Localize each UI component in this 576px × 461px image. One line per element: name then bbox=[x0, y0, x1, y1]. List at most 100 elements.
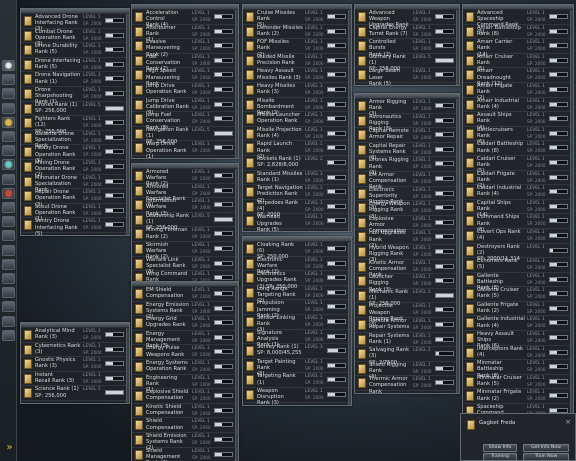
skill-row[interactable]: Armored Warfare Specialist Rank (5) LEVEL… bbox=[132, 184, 238, 208]
window-scrollbar[interactable] bbox=[570, 10, 573, 421]
skill-row[interactable]: Engineering Rank (1) LEVEL 1 SP: 2000 bbox=[132, 375, 238, 393]
skill-row[interactable]: Gallente Cruiser Rank (5) LEVEL 1 SP: 2000 bbox=[463, 287, 573, 302]
skill-window[interactable]: Acceleration Control Rank (4) LEVEL 1 SP: … bbox=[131, 4, 239, 159]
skill-row[interactable]: Energy Weapon Rigging Rank (3) LEVEL 1 SP:… bbox=[355, 201, 459, 220]
skill-row[interactable]: Gallente Drone Specialization Rank LEVEL … bbox=[21, 131, 129, 149]
skill-row[interactable]: Armored Warfare Rank (2) LEVEL 1 SP: 2000 bbox=[132, 169, 238, 187]
skill-row[interactable]: Command Ships Rank (8) LEVEL 1 SP: 2000 bbox=[463, 214, 573, 233]
skill-row[interactable]: Energy Systems Operation Rank LEVEL 1 SP: … bbox=[132, 360, 238, 375]
skill-row[interactable]: Assault Ships Rank (4) LEVEL 1 SP: 2000 bbox=[463, 112, 573, 131]
skill-row[interactable]: Mechanic Rank (1) SP: 256,000 LEVEL 5 bbox=[355, 289, 459, 307]
skill-row[interactable]: Drones Rigging Rank (3) LEVEL 1 SP: 2000 bbox=[355, 157, 459, 176]
show-info-button[interactable]: Show Info bbox=[483, 444, 517, 452]
skill-row[interactable]: Evasive Maneuvering Rank (2) LEVEL 1 SP: 2… bbox=[132, 39, 238, 58]
skill-row[interactable]: Caldari Cruiser Rank (5) LEVEL 1 SP: 2000 bbox=[463, 156, 573, 174]
skill-row[interactable]: Shield Compensation LEVEL 1 SP: 2000 bbox=[132, 418, 238, 433]
window-scrollbar[interactable] bbox=[348, 10, 351, 231]
skill-row[interactable]: Advanced Weapon Upgrades Rank LEVEL 1 SP: … bbox=[355, 10, 459, 28]
skill-row[interactable]: Remote Armor Repair Systems LEVEL 1 SP: 20… bbox=[355, 318, 459, 333]
skill-row[interactable]: Caldari Industrial Rank (4) LEVEL 1 SP: 20… bbox=[463, 185, 573, 200]
get-info-button[interactable]: Get Info Now bbox=[523, 444, 569, 452]
skill-row[interactable]: Explosive Shield Compensation LEVEL 1 SP: … bbox=[132, 389, 238, 404]
skill-window[interactable]: Armored Warfare Rank (2) LEVEL 1 SP: 2000 A… bbox=[131, 163, 239, 289]
skill-row[interactable]: Target Navigation Prediction Rank (2) LEV… bbox=[243, 185, 351, 204]
skill-row[interactable]: Exhumers Rank (5) LEVEL 1 SP: 2000 bbox=[463, 258, 573, 273]
skill-row[interactable]: Large Beam Laser Rank (5) LEVEL 1 SP: 2000 bbox=[355, 68, 459, 85]
skill-row[interactable]: Capital Ships Rank (14) LEVEL 1 SP: 2000 bbox=[463, 200, 573, 218]
skill-row[interactable]: Warfare Link Specialist Rank (3) LEVEL 1S… bbox=[132, 257, 238, 275]
skill-row[interactable]: Minmatar Battleship Rank (8) LEVEL 1 SP: 2… bbox=[463, 360, 573, 379]
skill-row[interactable]: Amarr Dreadnought Rank (12) LEVEL 1 SP: 20… bbox=[463, 68, 573, 87]
skill-row[interactable]: Minmatar Cruiser Rank (5) LEVEL 1 SP: 2000 bbox=[463, 375, 573, 390]
window-scrollbar[interactable] bbox=[126, 14, 129, 235]
skill-row[interactable]: Amarr Industrial Rank (4) LEVEL 1 SP: 2000 bbox=[463, 98, 573, 113]
skill-row[interactable]: Drone Durability Rank (5) LEVEL 1 SP: 2000 bbox=[21, 43, 129, 58]
skill-row[interactable]: Thermic Armor Compensation Rank LEVEL 1 SP… bbox=[355, 376, 459, 393]
skill-row[interactable]: Gallente Industrial Rank (4) LEVEL 1 SP: 2… bbox=[463, 316, 573, 332]
skill-row[interactable]: Capital Repair Systems Rank (8) LEVEL 1 SP… bbox=[355, 143, 459, 161]
help-icon[interactable] bbox=[2, 258, 15, 270]
skill-row[interactable]: Advanced Drone Interfacing Rank (3) LEVEL… bbox=[21, 14, 129, 32]
science-icon[interactable] bbox=[2, 216, 15, 228]
skill-row[interactable]: Gunnery Rank (1) SP: 256,000 LEVEL 5 bbox=[355, 54, 459, 72]
window-scrollbar[interactable] bbox=[456, 99, 459, 393]
skill-row[interactable]: Information Warfare Rank (3) LEVEL 1 SP: 2… bbox=[132, 198, 238, 217]
window-scrollbar[interactable] bbox=[235, 10, 238, 158]
wallet-icon[interactable] bbox=[2, 173, 15, 185]
skill-row[interactable]: Explosive Armor Compensation LEVEL 1 SP: 2… bbox=[355, 216, 459, 234]
skill-row[interactable]: Cloaking Rank (6) SP: 250,000 LEVEL 1 SP: … bbox=[243, 242, 351, 260]
skill-row[interactable]: Kinetic Armor Compensation Rank LEVEL 1 SP… bbox=[355, 260, 459, 278]
skill-row[interactable]: Drone Sharpshooting Rank (1) LEVEL 1 SP: 2… bbox=[21, 87, 129, 105]
skill-row[interactable]: Long Range Targeting Rank (2) LEVEL 1 SP: … bbox=[243, 286, 351, 304]
skill-row[interactable]: Instant Recall Rank (3) LEVEL 1 SP: 2000 bbox=[21, 372, 129, 387]
skill-row[interactable]: Combat Drone Operation Rank (3) LEVEL 1 SP… bbox=[21, 29, 129, 47]
skill-row[interactable]: Missile Bombardment Rank (2) LEVEL 1 SP: 2… bbox=[243, 98, 351, 116]
skill-row[interactable]: Minmatar Frigate Rank (2) LEVEL 1 SP: 2000 bbox=[463, 389, 573, 405]
skill-row[interactable]: Defender Missiles Rank (2) LEVEL 1 SP: 200… bbox=[243, 25, 351, 40]
skill-window[interactable]: Armor Rigging Rank (3) LEVEL 1 SP: 2000 Ast… bbox=[354, 93, 460, 394]
skill-row[interactable]: Analytical Mind Rank (3) LEVEL 1 SP: 2000 bbox=[21, 328, 129, 343]
skill-row[interactable]: Rapid Launch Rank (2) LEVEL 1 SP: 2000 bbox=[243, 141, 351, 160]
skill-row[interactable]: Interceptors Rank (4) LEVEL 1 SP: 2000 bbox=[463, 346, 573, 361]
window-scrollbar[interactable] bbox=[235, 169, 238, 288]
skill-row[interactable]: Repair Drone Operation Rank (3) LEVEL 1 SP… bbox=[21, 189, 129, 208]
skill-row[interactable]: Caldari Battleship Rank (8) LEVEL 1 SP: 20… bbox=[463, 141, 573, 156]
training-button[interactable]: Training bbox=[483, 453, 517, 461]
skill-row[interactable]: Hull Upgrades Rank (2) LEVEL 1 SP: 2000 bbox=[355, 230, 459, 249]
skill-row[interactable]: Capital Remote Armor Repair LEVEL 1 SP: 20… bbox=[355, 128, 459, 143]
skill-row[interactable]: Jump Drive Operation Rank LEVEL 1 SP: 2000 bbox=[132, 83, 238, 98]
skill-row[interactable]: Covert Ops Rank (4) LEVEL 1 SP: 2000 bbox=[463, 229, 573, 244]
skill-row[interactable]: Drone Interfacing Rank (5) LEVEL 1 SP: 200… bbox=[21, 58, 129, 73]
window-scrollbar[interactable] bbox=[126, 328, 129, 403]
skills-book-icon[interactable] bbox=[2, 116, 15, 128]
skill-row[interactable]: Controlled Bursts Rank (2) LEVEL 1 SP: 200… bbox=[355, 39, 459, 58]
map-icon[interactable] bbox=[2, 131, 15, 142]
window-scrollbar[interactable] bbox=[348, 242, 351, 405]
skill-row[interactable]: Torpedoes Rank (4) SP: 2000 LEVEL 1 SP: 20… bbox=[243, 200, 351, 218]
skill-row[interactable]: Propulsion Jamming Rank (2) LEVEL 1 SP: 20… bbox=[243, 300, 351, 319]
skill-row[interactable]: Energy Pulse Weapons Rank LEVEL 1 SP: 2000 bbox=[132, 345, 238, 360]
journal-icon[interactable] bbox=[2, 244, 15, 256]
skill-row[interactable]: Amarr Carrier Rank (14) LEVEL 1 SP: 2000 bbox=[463, 39, 573, 58]
settings-icon[interactable] bbox=[2, 273, 15, 284]
expand-arrows-icon[interactable]: » bbox=[0, 441, 17, 455]
assets-icon[interactable] bbox=[2, 159, 15, 171]
skill-row[interactable]: Science Rank (1) SP: 256,000 LEVEL 5 bbox=[21, 386, 129, 401]
market-icon[interactable] bbox=[2, 145, 15, 157]
skill-window[interactable]: Analytical Mind Rank (3) LEVEL 1 SP: 2000 C… bbox=[20, 322, 130, 404]
corp-icon[interactable] bbox=[2, 187, 15, 199]
skill-row[interactable]: Destroyers Rank (2) SP: 2000/11,314 LEVEL… bbox=[463, 244, 573, 262]
skill-row[interactable]: Sentry Drone Interfacing Rank (5) LEVEL 1… bbox=[21, 218, 129, 235]
skill-row[interactable]: Astronautics Rigging Rank (3) LEVEL 1 SP: … bbox=[355, 114, 459, 132]
skill-row[interactable]: Energy Grid Upgrades Rank LEVEL 1 SP: 2000 bbox=[132, 316, 238, 331]
skill-row[interactable]: Electronic Superiority Rigging Rank (3) L… bbox=[355, 187, 459, 211]
skill-row[interactable]: Signature Analysis Rank (1) LEVEL 1 SP: 20… bbox=[243, 330, 351, 348]
skill-row[interactable]: Acceleration Control Rank (4) LEVEL 1 SP: … bbox=[132, 10, 238, 28]
skill-row[interactable]: Cruise Missiles Rank (5) LEVEL 1 SP: 2000 bbox=[243, 10, 351, 28]
skill-row[interactable]: Scout Drone Operation Rank (1) LEVEL 1 SP:… bbox=[21, 204, 129, 222]
skill-window[interactable]: Advanced Weapon Upgrades Rank LEVEL 1 SP: … bbox=[354, 4, 460, 86]
skill-row[interactable]: Afterburner Rank (1) LEVEL 1 SP: 2000 bbox=[132, 25, 238, 43]
skill-row[interactable]: Missile Launcher Operation Rank LEVEL 1 SP… bbox=[243, 112, 351, 127]
skill-row[interactable]: Jump Drive Calibration Rank (9) LEVEL 1 SP… bbox=[132, 98, 238, 116]
skill-row[interactable]: Shield Emission Systems Rank (2) LEVEL 1S… bbox=[132, 433, 238, 451]
